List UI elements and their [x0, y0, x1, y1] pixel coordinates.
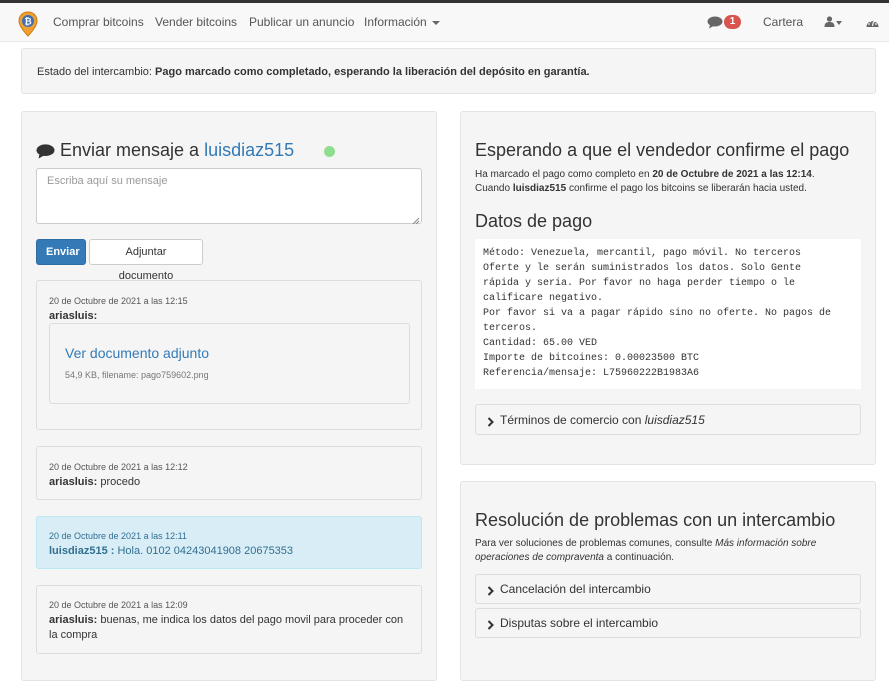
user-icon[interactable] — [824, 16, 835, 30]
nav-post-ad[interactable]: Publicar un anuncio — [249, 15, 354, 29]
trade-status-bar: Estado del intercambio: Pago marcado com… — [21, 48, 876, 94]
message-body: ariasluis: buenas, me indica los datos d… — [49, 613, 409, 643]
cancel-trade-label: Cancelación del intercambio — [500, 582, 651, 596]
resolution-text-suffix: a continuación. — [606, 552, 675, 563]
seller-username: luisdiaz515 — [512, 183, 567, 194]
chat-message: 20 de Octubre de 2021 a las 12:12 ariasl… — [36, 446, 422, 500]
chat-bubble-icon — [36, 144, 55, 162]
navbar: ₿ Comprar bitcoins Vender bitcoins Publi… — [0, 3, 889, 42]
trade-disputes-accordion[interactable]: Disputas sobre el intercambio — [475, 608, 861, 638]
message-date: 20 de Octubre de 2021 a las 12:11 — [49, 531, 187, 541]
message-author: ariasluis: — [49, 476, 98, 488]
view-attachment-link[interactable]: Ver documento adjunto — [65, 345, 209, 361]
message-input[interactable] — [36, 168, 422, 224]
nav-sell-bitcoins[interactable]: Vender bitcoins — [155, 15, 237, 29]
trade-terms-label: Términos de comercio con luisdiaz515 — [500, 413, 705, 427]
message-date: 20 de Octubre de 2021 a las 12:15 — [49, 296, 188, 306]
trade-status-label: Estado del intercambio: — [37, 66, 152, 78]
payment-details: Método: Venezuela, mercantil, pago móvil… — [475, 239, 861, 389]
notification-badge[interactable]: 1 — [724, 15, 741, 29]
message-author: ariasluis: — [49, 310, 98, 322]
resolution-title: Resolución de problemas con un intercamb… — [475, 510, 836, 530]
chat-title-prefix: Enviar mensaje a — [60, 140, 200, 160]
message-author: luisdiaz515 : — [49, 545, 115, 557]
chat-partner-link[interactable]: luisdiaz515 — [204, 140, 294, 160]
attach-document-button[interactable]: Adjuntar documento — [89, 239, 203, 282]
payment-status-title: Esperando a que el vendedor confirme el … — [475, 140, 850, 160]
chevron-down-icon — [431, 20, 440, 25]
chevron-right-icon — [487, 619, 494, 633]
chat-message-partner: 20 de Octubre de 2021 a las 12:11 luisdi… — [36, 516, 422, 569]
logo-icon[interactable]: ₿ — [18, 11, 38, 40]
trade-terms-prefix: Términos de comercio con — [500, 413, 642, 427]
resolution-text-prefix: Para ver soluciones de problemas comunes… — [475, 538, 713, 549]
nav-buy-bitcoins[interactable]: Comprar bitcoins — [53, 15, 144, 29]
nav-wallet[interactable]: Cartera — [763, 15, 803, 29]
cancel-trade-accordion[interactable]: Cancelación del intercambio — [475, 574, 861, 604]
payment-line1-prefix: Ha marcado el pago como completo en — [475, 169, 650, 180]
payment-data-title: Datos de pago — [475, 211, 593, 231]
dashboard-icon[interactable] — [866, 17, 879, 31]
send-button[interactable]: Enviar — [36, 239, 86, 265]
chat-message: 20 de Octubre de 2021 a las 12:15 ariasl… — [36, 280, 422, 430]
payment-marked-date: 20 de Octubre de 2021 a las 12:14 — [652, 169, 812, 180]
resize-handle-icon[interactable] — [412, 214, 420, 228]
svg-text:₿: ₿ — [24, 17, 31, 28]
chat-panel: Enviar mensaje a luisdiaz515 Enviar Adju… — [21, 111, 437, 681]
chevron-down-icon — [836, 21, 842, 25]
message-text: buenas, me indica los datos del pago mov… — [49, 614, 404, 641]
message-date: 20 de Octubre de 2021 a las 12:12 — [49, 462, 188, 472]
nav-information-label: Información — [364, 15, 427, 29]
trade-status-value: Pago marcado como completado, esperando … — [155, 66, 590, 78]
message-author: ariasluis: — [49, 614, 98, 626]
message-date: 20 de Octubre de 2021 a las 12:09 — [49, 600, 188, 610]
chat-bubble-icon[interactable] — [707, 16, 723, 32]
message-text: procedo — [100, 476, 141, 488]
message-body: luisdiaz515 : Hola. 0102 04243041908 206… — [49, 544, 293, 559]
payment-panel: Esperando a que el vendedor confirme el … — [460, 111, 876, 465]
online-status-indicator — [324, 146, 335, 157]
chat-title: Enviar mensaje a luisdiaz515 — [60, 140, 294, 161]
nav-information-dropdown[interactable]: Información — [364, 15, 440, 29]
resolution-panel: Resolución de problemas con un intercamb… — [460, 481, 876, 681]
message-body: ariasluis: procedo — [49, 475, 140, 490]
attachment-meta: 54,9 KB, filename: pago759602.png — [65, 370, 209, 380]
message-body: ariasluis: — [49, 309, 97, 324]
trade-terms-user: luisdiaz515 — [644, 413, 705, 427]
trade-terms-accordion[interactable]: Términos de comercio con luisdiaz515 — [475, 404, 861, 435]
chevron-right-icon — [487, 585, 494, 599]
chevron-right-icon — [487, 416, 494, 430]
resolution-text: Para ver soluciones de problemas comunes… — [475, 537, 855, 565]
payment-line2-suffix: confirme el pago los bitcoins se liberar… — [568, 183, 807, 194]
trade-disputes-label: Disputas sobre el intercambio — [500, 616, 659, 630]
trade-status-text: Estado del intercambio: Pago marcado com… — [37, 66, 590, 78]
payment-line2-prefix: Cuando — [475, 183, 511, 194]
chat-message: 20 de Octubre de 2021 a las 12:09 ariasl… — [36, 585, 422, 654]
message-text: Hola. 0102 04243041908 20675353 — [117, 545, 294, 557]
attachment-box: Ver documento adjunto 54,9 KB, filename:… — [49, 323, 410, 404]
payment-status-text: Ha marcado el pago como completo en 20 d… — [475, 169, 815, 194]
